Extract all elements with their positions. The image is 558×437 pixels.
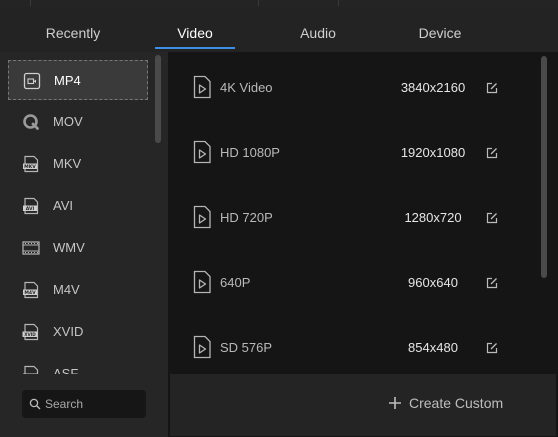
edit-icon[interactable]	[486, 147, 498, 159]
format-label: MKV	[53, 156, 82, 171]
edit-icon[interactable]	[486, 212, 498, 224]
preset-row[interactable]: 4K Video 3840x2160	[168, 52, 548, 117]
preset-resolution: 3840x2160	[400, 80, 466, 95]
top-divider	[30, 0, 31, 6]
video-file-icon	[23, 72, 41, 90]
xvid-file-icon: XVID	[22, 323, 39, 341]
top-divider	[258, 0, 259, 6]
sidebar-scrollbar[interactable]	[155, 55, 161, 143]
preset-row[interactable]: 640P 960x640	[168, 247, 548, 312]
format-label: ASF	[53, 366, 79, 374]
edit-icon[interactable]	[486, 277, 498, 289]
preset-name: HD 720P	[220, 210, 273, 225]
preset-resolution: 1280x720	[404, 210, 462, 225]
format-item-m4v[interactable]: M4V M4V	[8, 270, 148, 310]
edit-icon[interactable]	[486, 82, 498, 94]
tab-video[interactable]: Video	[155, 7, 235, 52]
film-strip-icon	[22, 241, 40, 255]
format-label: WMV	[53, 240, 85, 255]
format-item-avi[interactable]: AVI AVI	[8, 186, 148, 226]
tab-recently[interactable]: Recently	[22, 7, 124, 52]
format-label: MP4	[54, 73, 81, 88]
video-file-icon	[193, 140, 211, 164]
tab-device[interactable]: Device	[400, 7, 480, 52]
edit-icon[interactable]	[486, 342, 498, 354]
quicktime-icon	[23, 114, 39, 130]
preset-name: SD 576P	[220, 340, 273, 355]
svg-text:MKV: MKV	[24, 164, 36, 170]
preset-name: 640P	[220, 275, 251, 290]
mkv-file-icon: MKV	[23, 155, 39, 173]
format-item-xvid[interactable]: XVID XVID	[8, 312, 148, 352]
preset-name: HD 1080P	[220, 145, 280, 160]
format-sidebar: MP4 MOV MKV MKV AVI AVI WMV M4V M4V XVID…	[0, 52, 168, 437]
preset-list-scrollbar[interactable]	[541, 56, 547, 278]
preset-resolution: 854x480	[408, 340, 458, 355]
m4v-file-icon: M4V	[23, 281, 39, 299]
format-label: XVID	[53, 324, 84, 339]
svg-text:XVID: XVID	[24, 332, 36, 337]
preset-row[interactable]: SD 576P 854x480	[168, 312, 548, 374]
format-item-asf[interactable]: ASF ASF	[8, 354, 148, 374]
video-file-icon	[193, 75, 211, 99]
format-list: MP4 MOV MKV MKV AVI AVI WMV M4V M4V XVID…	[0, 52, 168, 374]
asf-file-icon: ASF	[23, 365, 39, 374]
preset-resolution: 1920x1080	[400, 145, 466, 160]
tab-label: Video	[177, 25, 213, 41]
preset-name: 4K Video	[220, 80, 273, 95]
video-file-icon	[193, 205, 211, 229]
tab-audio[interactable]: Audio	[278, 7, 358, 52]
video-file-icon	[193, 270, 211, 294]
video-file-icon	[193, 335, 211, 359]
search-icon	[29, 398, 41, 410]
format-category-tabs: Recently Video Audio Device	[0, 7, 558, 52]
preset-row[interactable]: HD 720P 1280x720	[168, 182, 548, 247]
tab-label: Audio	[300, 25, 336, 41]
preset-panel: 4K Video 3840x2160 HD 1080P 1920x1080 HD…	[168, 52, 558, 437]
preset-footer: Create Custom	[170, 374, 556, 436]
active-tab-indicator	[155, 47, 235, 49]
format-label: AVI	[53, 198, 73, 213]
svg-text:AVI: AVI	[26, 206, 35, 212]
avi-file-icon: AVI	[23, 197, 39, 215]
preset-row[interactable]: HD 1080P 1920x1080	[168, 117, 548, 182]
preset-resolution: 960x640	[408, 275, 458, 290]
window-top-strip	[0, 0, 558, 7]
search-input[interactable]	[42, 390, 146, 418]
format-label: MOV	[53, 114, 83, 129]
preset-list: 4K Video 3840x2160 HD 1080P 1920x1080 HD…	[168, 52, 548, 374]
format-item-wmv[interactable]: WMV	[8, 228, 148, 268]
svg-text:M4V: M4V	[24, 290, 36, 296]
create-custom-label: Create Custom	[409, 395, 504, 411]
tab-label: Device	[418, 25, 462, 41]
format-item-mp4[interactable]: MP4	[8, 60, 148, 100]
format-search-box[interactable]	[22, 390, 146, 418]
plus-icon	[389, 397, 401, 409]
top-divider	[338, 0, 339, 6]
format-item-mov[interactable]: MOV	[8, 102, 148, 142]
tab-label: Recently	[45, 25, 101, 41]
format-label: M4V	[53, 282, 80, 297]
format-item-mkv[interactable]: MKV MKV	[8, 144, 148, 184]
